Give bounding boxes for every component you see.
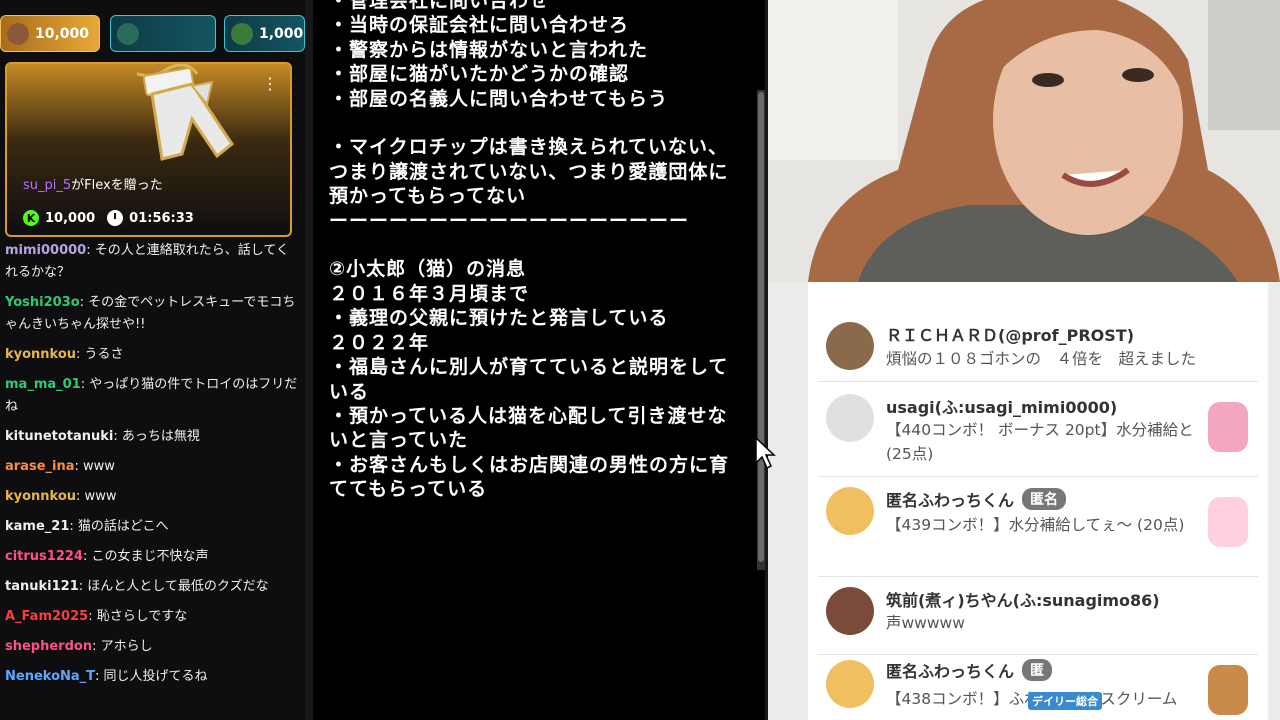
chat-username[interactable]: kyonnkou xyxy=(5,489,76,504)
comment-author[interactable]: usagi(ふ:usagi_mimi0000) xyxy=(886,394,1117,418)
chat-message: kitunetotanuki: あっちは無視 xyxy=(0,422,305,452)
comment-list: ＲＩＣＨＡＲＤ(@prof_PROST) 煩悩の１０８ゴホンの ４倍を 超えまし… xyxy=(808,282,1268,720)
comment-feed: ＲＩＣＨＡＲＤ(@prof_PROST) 煩悩の１０８ゴホンの ４倍を 超えまし… xyxy=(768,282,1280,720)
chat-message: kame_21: 猫の話はどこへ xyxy=(0,512,305,542)
chat-message: citrus1224: この女まじ不快な声 xyxy=(0,542,305,572)
flex-pendant-icon xyxy=(137,64,235,161)
comment-item: usagi(ふ:usagi_mimi0000) 【440コンボ！ ボーナス 20… xyxy=(818,382,1258,477)
chat-message: NenekoNa_T: 同じ人投げてるね xyxy=(0,662,305,692)
comment-item: 筑前(煮ィ)ちやん(ふ:sunagimo86) 声wwwww xyxy=(818,577,1258,655)
gift-sticker-icon xyxy=(1208,402,1248,452)
comment-author[interactable]: ＲＩＣＨＡＲＤ(@prof_PROST) xyxy=(886,322,1134,346)
chat-text: : アホらし xyxy=(92,639,153,654)
gift-tab-3[interactable]: 1,000 xyxy=(224,15,305,52)
avatar[interactable] xyxy=(826,487,874,535)
user-avatar-icon xyxy=(231,22,253,45)
chat-username[interactable]: citrus1224 xyxy=(5,549,83,564)
comment-item: ＲＩＣＨＡＲＤ(@prof_PROST) 煩悩の１０８ゴホンの ４倍を 超えまし… xyxy=(818,302,1258,382)
gift-timer: 01:56:33 xyxy=(129,210,194,226)
gift-tab-1[interactable]: 10,000 xyxy=(0,15,100,52)
chat-text: : あっちは無視 xyxy=(113,429,200,444)
daily-ranking-badge: デイリー総合 xyxy=(1028,692,1102,710)
chat-message: shepherdon: アホらし xyxy=(0,632,305,662)
chat-username[interactable]: kyonnkou xyxy=(5,347,76,362)
avatar[interactable] xyxy=(826,394,874,442)
streamer-video xyxy=(768,0,1280,282)
chat-message: mimi00000: その人と連絡取れたら、話してくれるかな？ xyxy=(0,236,305,288)
chat-text: : 同じ人投げてるね xyxy=(95,669,208,684)
bunny-sticker-icon xyxy=(1208,497,1248,547)
chat-message: tanuki121: ほんと人として最低のクズだな xyxy=(0,572,305,602)
gift-card: ⋮ su_pi_5がFlexを贈った K 10,000 01:56:33 xyxy=(5,62,292,237)
clock-icon xyxy=(107,210,124,226)
chat-username[interactable]: arase_ina xyxy=(5,459,75,474)
user-avatar-icon xyxy=(7,22,29,45)
gift-tab-2[interactable] xyxy=(110,15,216,52)
chat-panel: 10,000 1,000 ⋮ su_pi_5がFlexを贈った K 10,000… xyxy=(0,0,305,720)
notes-panel: ・管理会社に問い合わせ ・当時の保証会社に問い合わせろ ・警察からは情報がないと… xyxy=(313,0,765,720)
chat-username[interactable]: shepherdon xyxy=(5,639,92,654)
user-avatar-icon xyxy=(117,22,139,45)
chat-username[interactable]: mimi00000 xyxy=(5,243,86,258)
chat-text: : ほんと人として最低のクズだな xyxy=(78,579,269,594)
chat-message-list: mimi00000: その人と連絡取れたら、話してくれるかな？ Yoshi203o… xyxy=(0,236,305,692)
comment-author[interactable]: 匿名ふわっちくん 匿名 xyxy=(886,487,1067,511)
dog-sticker-icon xyxy=(1208,665,1248,715)
chat-text: : この女まじ不快な声 xyxy=(82,549,209,564)
comment-author[interactable]: 匿名ふわっちくん匿 xyxy=(886,658,1053,682)
anonymous-badge: 匿 xyxy=(1022,659,1053,681)
gift-tab-amount: 10,000 xyxy=(35,25,90,42)
gift-stats: K 10,000 01:56:33 xyxy=(23,210,194,226)
comment-item: 匿名ふわっちくん匿 【438コンボ！】ふわっとアイスクリーム xyxy=(818,655,1258,720)
chat-username[interactable]: Yoshi203o xyxy=(5,295,80,310)
chat-username[interactable]: A_Fam2025 xyxy=(5,609,88,624)
comment-body: 声wwwww xyxy=(886,614,965,632)
gift-message: su_pi_5がFlexを贈った xyxy=(23,174,163,193)
comment-item: 匿名ふわっちくん 匿名 【439コンボ！】水分補給してぇ〜 (20点) xyxy=(818,477,1258,577)
chat-text: : 猫の話はどこへ xyxy=(69,519,169,534)
avatar[interactable] xyxy=(826,660,874,708)
comment-body: 煩悩の１０８ゴホンの ４倍を 超えました xyxy=(886,350,1197,368)
anonymous-badge: 匿名 xyxy=(1022,488,1067,510)
avatar[interactable] xyxy=(826,587,874,635)
comment-body: 【440コンボ！ ボーナス 20pt】水分補給と (25点) xyxy=(886,421,1194,463)
chat-text: : うるさ xyxy=(76,347,124,362)
gift-sender[interactable]: su_pi_5 xyxy=(23,178,71,193)
streamer-face-image xyxy=(768,0,1280,282)
chat-message: A_Fam2025: 恥さらしですな xyxy=(0,602,305,632)
chat-message: kyonnkou: うるさ xyxy=(0,340,305,370)
chat-message: arase_ina: www xyxy=(0,452,305,482)
chat-text: : 恥さらしですな xyxy=(88,609,188,624)
chat-username[interactable]: tanuki121 xyxy=(5,579,79,594)
chat-message: ma_ma_01: やっぱり猫の件でトロイのはフリだね xyxy=(0,370,305,422)
kick-coin-icon: K xyxy=(23,210,39,226)
chat-message: Yoshi203o: その金でペットレスキューでモコちゃんきいちゃん探せや!! xyxy=(0,288,305,340)
chat-username[interactable]: ma_ma_01 xyxy=(5,377,81,392)
chat-text: : www xyxy=(76,489,117,504)
comment-author-text: 匿名ふわっちくん xyxy=(886,662,1015,681)
avatar[interactable] xyxy=(826,322,874,370)
comment-author[interactable]: 筑前(煮ィ)ちやん(ふ:sunagimo86) xyxy=(886,587,1160,611)
gift-tab-amount: 1,000 xyxy=(259,25,304,42)
notes-scrollbar-thumb[interactable] xyxy=(758,92,764,562)
comment-author-text: 匿名ふわっちくん xyxy=(886,491,1015,510)
comment-body: 【439コンボ！】水分補給してぇ〜 (20点) xyxy=(886,516,1185,534)
chat-username[interactable]: kame_21 xyxy=(5,519,69,534)
gift-action: がFlexを贈った xyxy=(71,178,163,193)
notes-text: ・管理会社に問い合わせ ・当時の保証会社に問い合わせろ ・警察からは情報がないと… xyxy=(329,0,730,501)
gift-leaderboard-tabs: 10,000 1,000 xyxy=(0,15,305,53)
chat-username[interactable]: kitunetotanuki xyxy=(5,429,113,444)
mouse-cursor-icon xyxy=(755,437,776,470)
menu-dots-icon[interactable]: ⋮ xyxy=(262,74,278,93)
chat-username[interactable]: NenekoNa_T xyxy=(5,669,95,684)
chat-message: kyonnkou: www xyxy=(0,482,305,512)
gift-amount: 10,000 xyxy=(45,210,96,226)
chat-text: : www xyxy=(74,459,115,474)
